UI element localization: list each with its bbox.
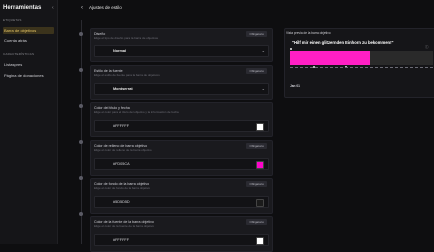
required-badge: Obligatorio <box>246 219 267 225</box>
required-badge: Obligatorio <box>246 143 267 149</box>
setting-card-color-fuente: Color de la fuente de la barra objetivo … <box>90 216 273 252</box>
sidebar-item-label: Cuenta atrás <box>4 38 27 43</box>
preview-bar-fill <box>290 51 370 65</box>
card-description: Elige el tipo de diseño para la barra de… <box>94 36 159 40</box>
collapse-sidebar-icon[interactable]: ‹ <box>52 5 58 11</box>
color-relleno-input[interactable]: #FD05CA <box>94 158 269 170</box>
sidebar-item-pagina-donaciones[interactable]: Página de donaciones <box>3 72 54 79</box>
card-description: Elige el color para el título del objeti… <box>94 110 179 114</box>
fuente-select[interactable]: Montserrat ⌄ <box>94 83 269 95</box>
card-description: Elige el color de la fuente de la barra … <box>94 224 155 228</box>
preview-marker <box>290 48 292 50</box>
color-value: #FFFFFF <box>113 124 130 128</box>
sidebar-item-label: Página de donaciones <box>4 73 44 78</box>
rail-dot <box>79 212 83 216</box>
sidebar-section-label: ETIQUETAS <box>3 18 22 22</box>
preview-goal-line <box>290 67 433 69</box>
required-badge: Obligatorio <box>246 181 267 187</box>
color-value: #5D5D5D <box>113 200 130 204</box>
sidebar-item-barra-objetivos[interactable]: Barra de objetivos <box>3 27 54 34</box>
preview-date: Jan 01 <box>290 84 300 88</box>
color-fuente-input[interactable]: #FFFFFF <box>94 234 269 246</box>
step-rail <box>77 20 85 244</box>
sidebar-item-listaspres[interactable]: Listaspres <box>3 61 54 68</box>
color-titulo-input[interactable]: #FFFFFF <box>94 120 269 132</box>
color-swatch[interactable] <box>256 199 264 207</box>
required-badge: Obligatorio <box>246 31 267 37</box>
rail-dot <box>79 140 83 144</box>
color-swatch[interactable] <box>256 123 264 131</box>
color-fondo-input[interactable]: #5D5D5D <box>94 196 269 208</box>
select-value: Normal <box>113 49 127 53</box>
card-description: Elige el estilo de fuente para la barra … <box>94 73 160 77</box>
setting-card-color-titulo: Color del título y fecha Elige el color … <box>90 102 273 137</box>
card-description: Elige el color de relleno de la barra ob… <box>94 148 152 152</box>
sidebar-item-label: Listaspres <box>4 62 23 67</box>
setting-card-fuente: Estilo de la fuente Elige el estilo de f… <box>90 65 273 100</box>
preview-goal-title: "Hilf mir einen glitzernden Einhorn zu b… <box>292 40 394 45</box>
chevron-down-icon: ⌄ <box>261 86 265 91</box>
color-value: #FD05CA <box>113 162 130 166</box>
card-description: Elige el color de fondo de la barra obje… <box>94 186 151 190</box>
setting-card-color-relleno: Color de relleno de barra objetivo Elige… <box>90 140 273 176</box>
back-icon[interactable]: ‹ <box>81 4 83 12</box>
sidebar-item-cuenta-atras[interactable]: Cuenta atrás <box>3 37 54 44</box>
required-badge: Obligatorio <box>246 68 267 74</box>
page-title: Ajustes de estilo <box>89 5 122 10</box>
color-value: #FFFFFF <box>113 238 130 242</box>
preview-label: Vista previa de la barra objetivo <box>286 31 331 35</box>
rail-dot <box>79 68 83 72</box>
color-swatch[interactable] <box>256 161 264 169</box>
sidebar-section-label: CARACTERÍSTICAS <box>3 52 35 56</box>
select-value: Montserrat <box>113 87 133 91</box>
rail-dot <box>79 176 83 180</box>
rail-line <box>81 20 82 244</box>
diseno-select[interactable]: Normal ⌄ <box>94 45 269 57</box>
setting-card-color-fondo: Color de fondo de la barra objetivo Elig… <box>90 178 273 214</box>
rail-dot <box>79 104 83 108</box>
info-icon[interactable]: ⓘ <box>425 45 429 50</box>
sidebar: Herramientas ‹ ETIQUETAS Barra de objeti… <box>0 0 58 244</box>
rail-dot <box>79 32 83 36</box>
chevron-down-icon: ⌄ <box>261 48 265 53</box>
sidebar-item-label: Barra de objetivos <box>4 28 37 33</box>
setting-card-diseno: Diseño Elige el tipo de diseño para la b… <box>90 28 273 62</box>
sidebar-title: Herramientas <box>3 5 42 11</box>
